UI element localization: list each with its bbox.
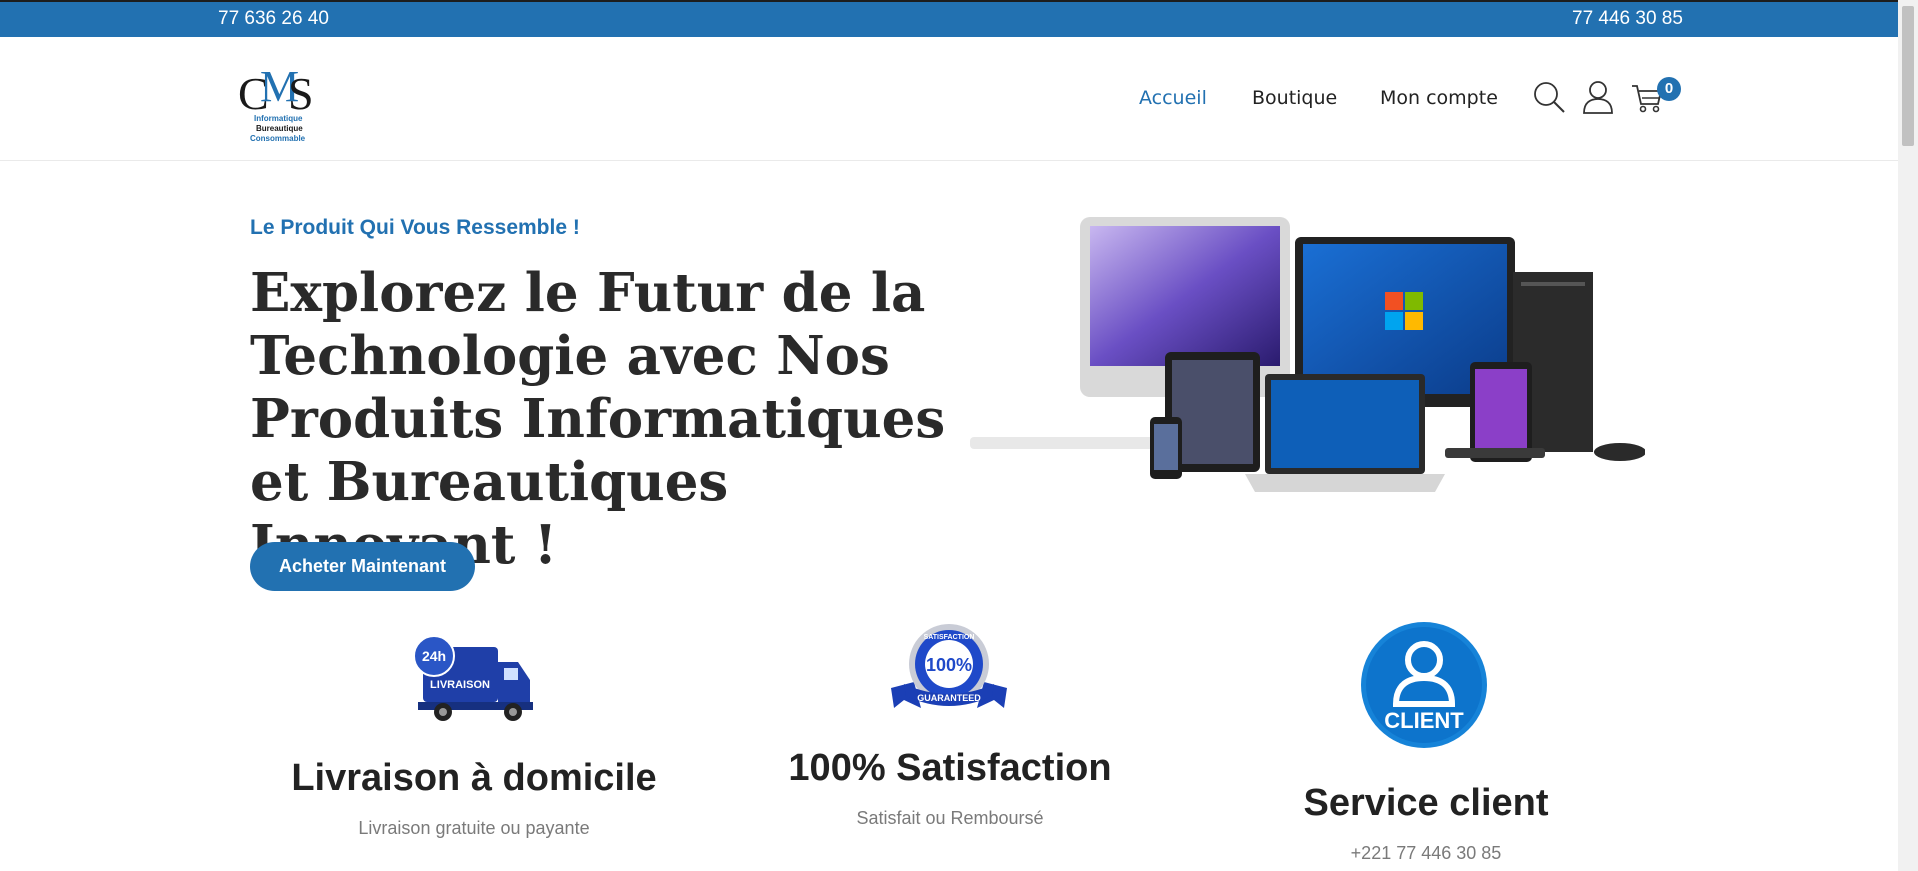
cart-count-badge[interactable]: 0	[1657, 77, 1681, 101]
client-icon: CLIENT	[1361, 622, 1487, 748]
search-icon[interactable]	[1532, 80, 1566, 114]
nav-shop[interactable]: Boutique	[1252, 87, 1337, 109]
phone-number-right[interactable]: 77 446 30 85	[1572, 8, 1683, 30]
feature-satisfaction: 100% Satisfaction Satisfait ou Remboursé	[740, 747, 1160, 829]
logo-line-1: Informatique	[254, 114, 303, 123]
top-contact-bar: 77 636 26 40 77 446 30 85	[0, 0, 1898, 37]
logo-line-2: Bureautique	[256, 124, 303, 133]
hero-tagline: Le Produit Qui Vous Ressemble !	[250, 216, 580, 239]
nav-home[interactable]: Accueil	[1139, 87, 1207, 109]
phone-number-left[interactable]: 77 636 26 40	[218, 8, 329, 30]
feature-satisfaction-subtitle: Satisfait ou Remboursé	[856, 808, 1044, 828]
site-header: C M S Informatique Bureautique Consommab…	[0, 37, 1898, 161]
guaranteed-ribbon-text: GUARANTEED	[917, 693, 981, 703]
page-scrollbar[interactable]	[1898, 0, 1918, 871]
delivery-truck-icon: 24h LIVRAISON	[413, 635, 533, 721]
delivery-icon-text: LIVRAISON	[430, 679, 490, 691]
feature-delivery-subtitle: Livraison gratuite ou payante	[358, 818, 590, 838]
feature-service-subtitle: +221 77 446 30 85	[1350, 843, 1502, 863]
feature-delivery: Livraison à domicile Livraison gratuite …	[264, 757, 684, 839]
satisfaction-badge-icon: 100% SATISFACTION GUARANTEED	[891, 624, 1007, 708]
feature-service-title: Service client	[1303, 782, 1549, 824]
satisfaction-ring-text: SATISFACTION	[924, 634, 975, 641]
satisfaction-percent-text: 100%	[926, 655, 972, 675]
feature-customer-service: Service client +221 77 446 30 85	[1216, 782, 1636, 864]
client-icon-text: CLIENT	[1384, 708, 1464, 733]
feature-satisfaction-title: 100% Satisfaction	[788, 747, 1112, 789]
logo-line-3: Consommable	[250, 134, 306, 143]
hero-headline: Explorez le Futur de la Technologie avec…	[250, 262, 946, 576]
feature-delivery-title: Livraison à domicile	[291, 757, 657, 799]
hero-devices-image	[970, 217, 1645, 492]
svg-text:S: S	[288, 68, 314, 119]
site-logo[interactable]: C M S Informatique Bureautique Consommab…	[236, 61, 326, 143]
buy-now-button[interactable]: Acheter Maintenant	[250, 542, 475, 591]
user-icon[interactable]	[1581, 80, 1615, 114]
nav-account[interactable]: Mon compte	[1380, 87, 1498, 109]
scrollbar-thumb[interactable]	[1902, 6, 1914, 146]
delivery-24h-text: 24h	[422, 648, 446, 664]
